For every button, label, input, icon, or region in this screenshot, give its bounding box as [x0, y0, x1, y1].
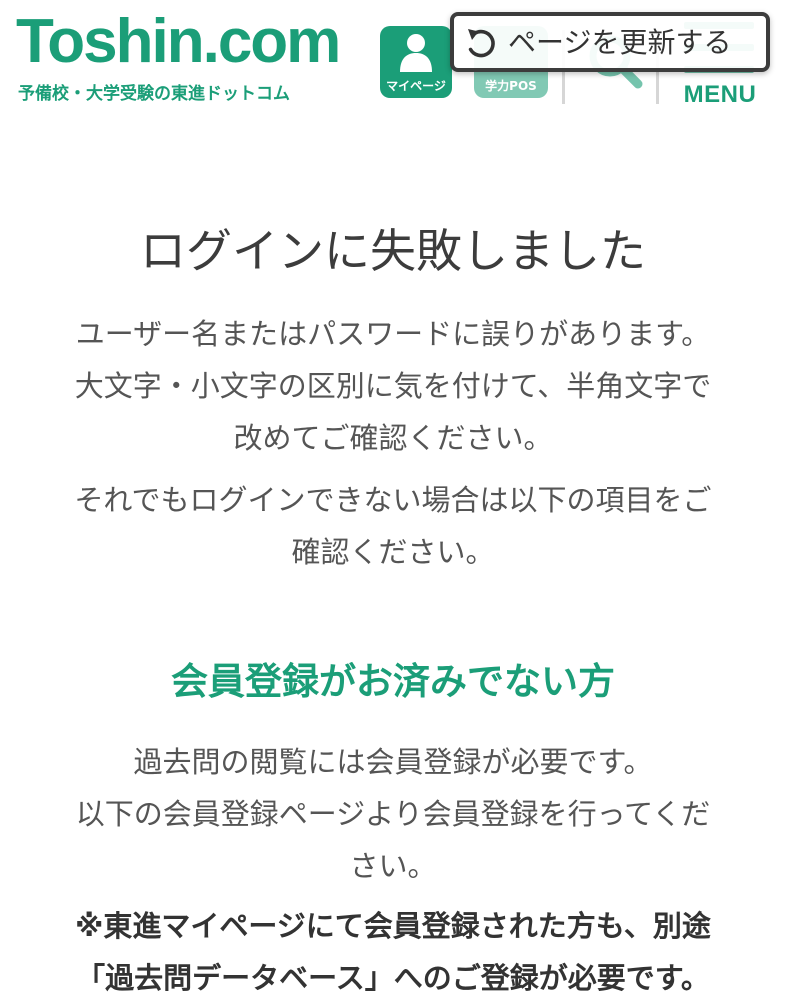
- refresh-page-label: ページを更新する: [508, 26, 732, 59]
- registration-info-line: 以下の会員登録ページより会員登録を行ってくだ: [75, 797, 711, 831]
- page-title: ログインに失敗しました: [140, 224, 646, 278]
- error-message: ユーザー名またはパスワードに誤りがあります。 大文字・小文字の区別に気を付けて、…: [40, 308, 746, 464]
- mypage-button[interactable]: マイページ: [380, 26, 452, 98]
- refresh-icon: [468, 29, 495, 58]
- menu-button-label: MENU: [683, 81, 757, 108]
- site-logo-link[interactable]: Toshin.com 予備校・大学受験の東進ドットコム: [16, 6, 366, 106]
- still-failing-line: 確認ください。: [291, 535, 495, 569]
- registration-note-line: ※東進マイページにて会員登録された方も、別途: [75, 909, 711, 943]
- mypage-button-label: マイページ: [386, 79, 446, 93]
- site-logo-subtitle: 予備校・大学受験の東進ドットコム: [18, 84, 290, 104]
- refresh-page-button[interactable]: ページを更新する: [450, 12, 770, 72]
- login-error-content: ログインに失敗しました ユーザー名またはパスワードに誤りがあります。 大文字・小…: [0, 118, 786, 999]
- section-heading-not-registered: 会員登録がお済みでない方: [171, 660, 615, 703]
- registration-info-line: さい。: [349, 849, 437, 883]
- user-icon: [400, 34, 432, 72]
- registration-info-line: 過去問の閲覧には会員登録が必要です。: [133, 745, 653, 779]
- site-logo: Toshin.com: [16, 7, 341, 76]
- page: Toshin.com 予備校・大学受験の東進ドットコム マイページ 学力POS: [0, 0, 786, 999]
- registration-note-line: 「過去問データベース」へのご登録が必要です。: [76, 961, 710, 995]
- still-failing-message: それでもログインできない場合は以下の項目をご 確認ください。: [40, 474, 746, 578]
- registration-info: 過去問の閲覧には会員登録が必要です。 以下の会員登録ページより会員登録を行ってく…: [40, 736, 746, 892]
- registration-note: ※東進マイページにて会員登録された方も、別途 「過去問データベース」へのご登録が…: [40, 900, 746, 999]
- still-failing-line: それでもログインできない場合は以下の項目をご: [74, 483, 712, 517]
- error-message-line: ユーザー名またはパスワードに誤りがあります。: [75, 317, 711, 351]
- error-message-line: 改めてご確認ください。: [233, 421, 553, 455]
- gakuryoku-pos-button-label: 学力POS: [485, 79, 537, 93]
- error-message-line: 大文字・小文字の区別に気を付けて、半角文字で: [74, 369, 712, 403]
